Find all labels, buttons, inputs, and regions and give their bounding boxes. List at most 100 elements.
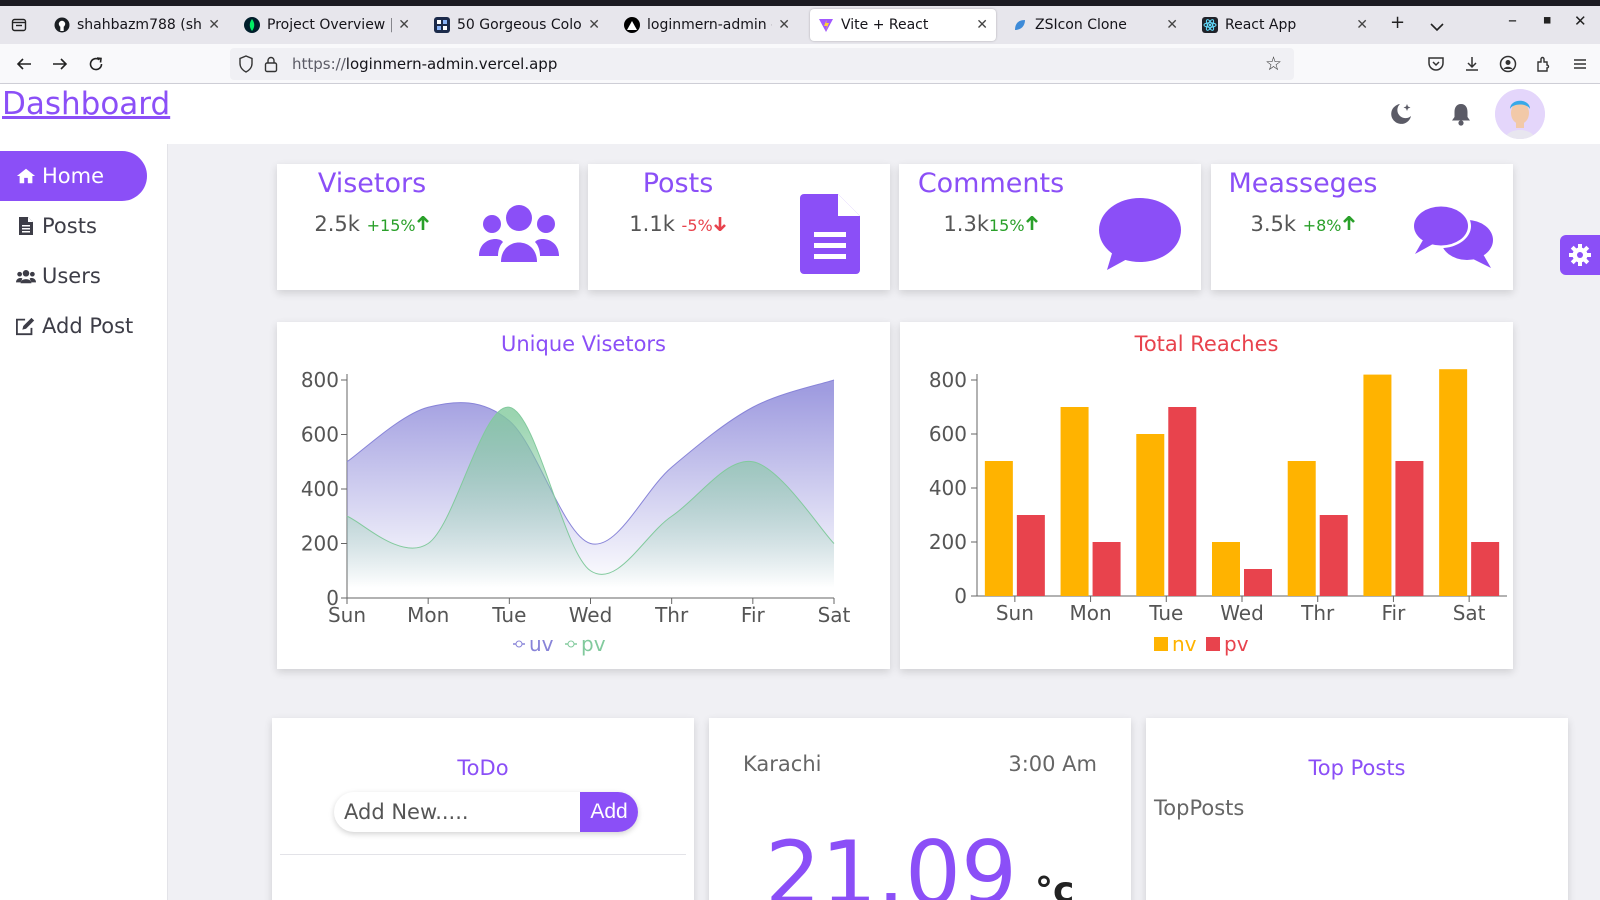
bell-icon[interactable] xyxy=(1446,99,1476,129)
total-reaches-panel: Total Reaches 0 200 400 600 800 Sun Mon Tue Wed T… xyxy=(900,322,1513,669)
stat-change: -5% xyxy=(681,216,713,235)
todo-input[interactable] xyxy=(334,792,582,832)
browser-tab[interactable]: React App ✕ xyxy=(1194,9,1376,41)
tab-title: React App xyxy=(1225,17,1297,33)
lock-icon[interactable] xyxy=(264,55,278,77)
tab-title: Project Overview | C xyxy=(267,17,393,33)
x-tick-label: Sun xyxy=(996,601,1034,625)
tab-overview-button[interactable] xyxy=(0,6,38,44)
forward-icon[interactable] xyxy=(48,52,72,76)
extensions-icon[interactable] xyxy=(1532,52,1556,76)
tab-title: Vite + React xyxy=(841,17,929,33)
url-protocol: https:// xyxy=(292,55,346,73)
sidebar-item-users[interactable]: Users xyxy=(0,251,101,301)
top-posts-text: TopPosts xyxy=(1154,796,1245,820)
tab-close-icon[interactable]: ✕ xyxy=(1356,17,1368,33)
sidebar-item-label: Posts xyxy=(42,214,97,238)
weather-city: Karachi xyxy=(743,752,822,776)
y-tick-label: 200 xyxy=(929,530,967,554)
arrow-up-icon xyxy=(416,215,429,230)
sidebar-item-posts[interactable]: Posts xyxy=(0,201,97,251)
unique-visitors-area-chart: 0200400600800Sun Mon Tue Wed Thr Fir Satuv pv xyxy=(301,368,851,656)
browser-tab[interactable]: Project Overview | C ✕ xyxy=(236,9,418,41)
bar-nv-wed xyxy=(1212,542,1240,596)
comments-icon xyxy=(1411,204,1493,272)
tab-title: ZSIcon Clone xyxy=(1035,17,1127,33)
x-tick-label: Sat xyxy=(1453,601,1486,625)
stat-value: 3.5k +8% xyxy=(1223,212,1383,236)
address-bar[interactable]: https://loginmern-admin.vercel.app ☆ xyxy=(230,48,1294,80)
todo-panel: ToDo Add xyxy=(272,718,694,900)
minimize-icon[interactable]: – xyxy=(1508,10,1517,31)
tab-bar: shahbazm788 (shah ✕ Project Overview | C… xyxy=(0,6,1600,44)
bar-pv-fir xyxy=(1395,461,1424,596)
shield-icon[interactable] xyxy=(238,55,254,77)
main-content: Visetors 2.5k +15% Posts 1.1k -5% Commen… xyxy=(168,144,1600,900)
bookmark-star-icon[interactable]: ☆ xyxy=(1265,53,1282,75)
browser-tab[interactable]: 50 Gorgeous Color S ✕ xyxy=(426,9,608,41)
tab-close-icon[interactable]: ✕ xyxy=(976,17,988,33)
unique-visitors-panel: Unique Visetors 0 200 400 600 800 Sun Mon Tue We… xyxy=(277,322,890,669)
browser-tab[interactable]: ZSIcon Clone ✕ xyxy=(1004,9,1186,41)
x-tick-label: Wed xyxy=(1220,601,1264,625)
tab-close-icon[interactable]: ✕ xyxy=(778,17,790,33)
stat-title: Visetors xyxy=(317,168,427,199)
new-tab-icon[interactable]: + xyxy=(1390,12,1405,33)
y-tick-label: 800 xyxy=(301,368,339,392)
arrow-down-icon xyxy=(713,217,726,232)
sidebar-item-add-post[interactable]: Add Post xyxy=(0,301,133,351)
stat-card-posts: Posts 1.1k -5% xyxy=(588,164,890,290)
vite-icon xyxy=(818,17,834,33)
y-tick-label: 400 xyxy=(301,477,339,501)
browser-tab[interactable]: shahbazm788 (shah ✕ xyxy=(46,9,228,41)
stat-change: +8% xyxy=(1302,216,1342,235)
x-tick-label: Mon xyxy=(1069,601,1111,625)
bar-pv-thr xyxy=(1319,515,1348,596)
bar-nv-sun xyxy=(984,461,1013,596)
bar-pv-wed xyxy=(1244,569,1272,596)
download-icon[interactable] xyxy=(1460,52,1484,76)
arrow-up-icon xyxy=(1025,215,1038,230)
tab-close-icon[interactable]: ✕ xyxy=(398,17,410,33)
tab-close-icon[interactable]: ✕ xyxy=(588,17,600,33)
bar-nv-mon xyxy=(1060,407,1089,596)
tab-list-icon xyxy=(11,18,27,32)
legend-label-pv: pv xyxy=(581,632,606,656)
browser-tab[interactable]: loginmern-admin - C ✕ xyxy=(616,9,798,41)
legend-dot-pv xyxy=(567,640,575,648)
dashboard-brand-link[interactable]: Dashboard xyxy=(2,86,170,122)
reload-icon[interactable] xyxy=(84,52,108,76)
tab-close-icon[interactable]: ✕ xyxy=(208,17,220,33)
stat-value: 2.5k +15% xyxy=(292,212,452,236)
user-avatar[interactable] xyxy=(1495,89,1545,139)
menu-icon[interactable] xyxy=(1568,52,1592,76)
window-close-icon[interactable]: ✕ xyxy=(1574,12,1587,30)
tab-list-chevron-icon[interactable] xyxy=(1430,16,1444,37)
total-reaches-bar-chart: 0 200 400 600 800 Sun Mon Tue Wed Thr Fir Sat nv pv xyxy=(929,368,1507,656)
back-icon[interactable] xyxy=(12,52,36,76)
users-icon xyxy=(479,204,559,266)
todo-divider xyxy=(280,854,686,855)
file-icon xyxy=(16,217,36,235)
tab-close-icon[interactable]: ✕ xyxy=(1166,17,1178,33)
y-tick-label: 200 xyxy=(301,532,339,556)
pocket-icon[interactable] xyxy=(1424,52,1448,76)
dark-mode-moon-icon[interactable] xyxy=(1386,99,1416,129)
x-tick-label: Mon xyxy=(407,603,449,627)
top-posts-panel: Top Posts TopPosts xyxy=(1146,718,1568,900)
react-icon xyxy=(1202,17,1218,33)
stat-title: Measseges xyxy=(1228,168,1378,199)
url-text[interactable]: https://loginmern-admin.vercel.app xyxy=(292,55,557,73)
account-icon[interactable] xyxy=(1496,52,1520,76)
legend-marker-nv xyxy=(1154,637,1168,651)
browser-tab-active[interactable]: Vite + React ✕ xyxy=(810,9,996,41)
todo-add-button[interactable]: Add xyxy=(580,792,638,832)
settings-tab-button[interactable] xyxy=(1560,235,1600,275)
maximize-icon[interactable]: ◼ xyxy=(1543,15,1551,26)
legend-label-nv: nv xyxy=(1172,632,1197,656)
bar-pv-tue xyxy=(1168,407,1197,596)
sidebar-item-home[interactable]: Home xyxy=(0,151,147,201)
edit-icon xyxy=(16,316,36,336)
tab-title: 50 Gorgeous Color S xyxy=(457,17,582,33)
bar-pv-sat xyxy=(1471,542,1500,596)
